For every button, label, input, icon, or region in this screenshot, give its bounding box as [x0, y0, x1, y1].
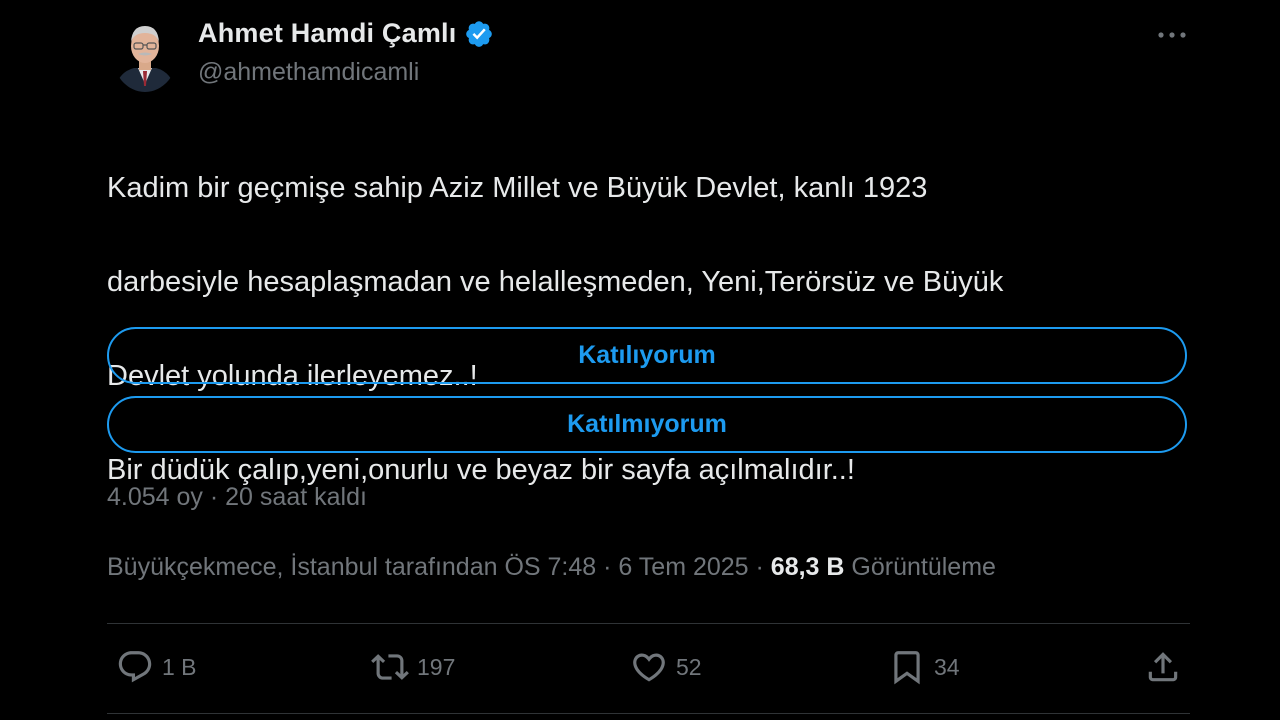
more-options-button[interactable]	[1156, 22, 1188, 48]
reply-count: 1 B	[162, 653, 197, 680]
views-label: Görüntüleme	[844, 553, 996, 581]
bookmark-icon	[894, 651, 920, 685]
tweet-location-time[interactable]: Büyükçekmece, İstanbul tarafından ÖS 7:4…	[107, 553, 771, 581]
share-icon	[1148, 652, 1178, 682]
tweet-meta: Büyükçekmece, İstanbul tarafından ÖS 7:4…	[107, 553, 996, 582]
poll-time-left: 20 saat kaldı	[225, 483, 367, 511]
bookmark-count: 34	[934, 653, 960, 680]
retweet-icon	[371, 654, 409, 680]
verified-badge-icon	[464, 19, 494, 49]
retweet-button[interactable]: 197	[371, 648, 455, 686]
tweet-text-line: Kadim bir geçmişe sahip Aziz Millet ve B…	[107, 172, 928, 204]
reply-icon	[118, 651, 152, 683]
like-button[interactable]: 52	[630, 648, 702, 686]
author-handle[interactable]: @ahmethamdicamli	[198, 58, 419, 87]
poll-meta: 4.054 oy · 20 saat kaldı	[107, 483, 367, 512]
bookmark-button[interactable]: 34	[888, 648, 960, 686]
tweet-detail: Ahmet Hamdi Çamlı @ahmethamdicamli Kadim…	[0, 0, 1280, 720]
retweet-count: 197	[417, 653, 456, 680]
display-name[interactable]: Ahmet Hamdi Çamlı	[198, 18, 456, 49]
author-name-row: Ahmet Hamdi Çamlı	[198, 18, 494, 49]
divider	[107, 713, 1190, 714]
share-button[interactable]	[1144, 648, 1182, 686]
avatar-image	[112, 14, 178, 92]
poll-votes: 4.054 oy	[107, 483, 203, 511]
poll-separator: ·	[209, 483, 219, 511]
more-dots-icon	[1158, 32, 1186, 38]
divider	[107, 623, 1190, 624]
heart-icon	[633, 653, 665, 682]
reply-button[interactable]: 1 B	[116, 648, 197, 686]
avatar[interactable]	[112, 14, 178, 92]
like-count: 52	[676, 653, 702, 680]
poll-option-disagree[interactable]: Katılmıyorum	[107, 396, 1187, 453]
tweet-text-line: darbesiyle hesaplaşmadan ve helalleşmede…	[107, 266, 1004, 298]
poll-option-agree[interactable]: Katılıyorum	[107, 327, 1187, 384]
views-count: 68,3 B	[770, 553, 845, 581]
